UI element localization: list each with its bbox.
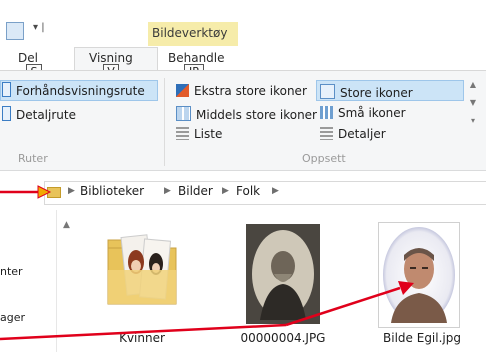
annotation-overlay [0,185,414,341]
annotation-arrow-photo [0,281,414,341]
annotation-arrow-address [0,185,52,199]
